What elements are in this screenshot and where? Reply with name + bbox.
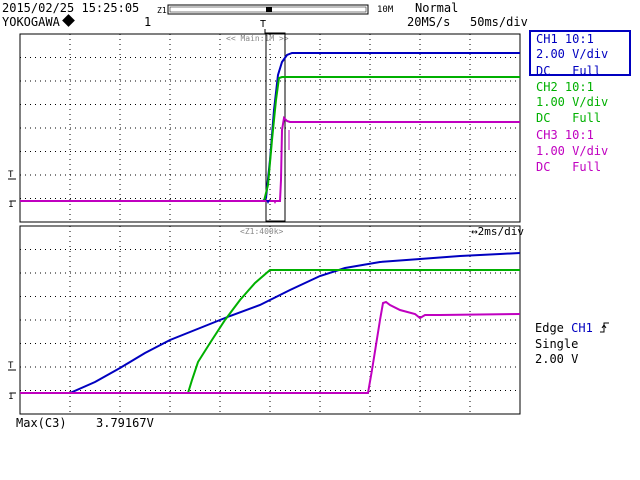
datetime: 2015/02/25 15:25:05 bbox=[2, 1, 140, 15]
ch2-coupling: DC Full bbox=[536, 111, 602, 125]
ch3-header[interactable]: CH3 10:1 bbox=[536, 128, 594, 142]
time-per-div[interactable]: 50ms/div bbox=[470, 15, 528, 29]
ch3-vdiv: 1.00 V/div bbox=[536, 144, 609, 158]
diamond-icon bbox=[61, 14, 75, 27]
ch2-vdiv: 1.00 V/div bbox=[536, 95, 609, 109]
main-ground-markers: T 1 bbox=[8, 170, 16, 210]
ch2-header[interactable]: CH2 10:1 bbox=[536, 80, 594, 94]
zoom-time-per-div: ↔2ms/div bbox=[471, 225, 524, 238]
record-number: 1 bbox=[144, 15, 152, 29]
sample-rate: 20MS/s bbox=[407, 15, 451, 29]
ch1-header[interactable]: CH1 10:1 bbox=[536, 32, 594, 46]
ch1-vdiv: 2.00 V/div bbox=[536, 47, 609, 61]
trigger-mode[interactable]: Normal bbox=[415, 1, 458, 15]
main-window-label: << Main:1M >> bbox=[226, 34, 289, 43]
brand-name: YOKOGAWA bbox=[2, 15, 60, 29]
trigger-mode-single[interactable]: Single bbox=[535, 337, 578, 351]
brand-logo: YOKOGAWA bbox=[2, 14, 75, 29]
rising-edge-icon bbox=[600, 322, 610, 333]
trigger-position-marker: T bbox=[260, 19, 266, 34]
ch3-zoom-trace bbox=[20, 300, 521, 394]
svg-text:T: T bbox=[260, 19, 266, 30]
measurement-label: Max(C3) bbox=[16, 416, 67, 430]
zoom-ground-markers: T 1 bbox=[8, 361, 16, 402]
trigger-level[interactable]: 2.00 V bbox=[535, 352, 578, 366]
ch1-coupling: DC Full bbox=[536, 64, 602, 78]
memory-length: 10M bbox=[377, 5, 394, 15]
trigger-type[interactable]: Edge CH1 bbox=[535, 321, 610, 335]
main-graticule bbox=[19, 33, 521, 223]
zoom-window-label: <Z1:400k> bbox=[240, 227, 284, 236]
record-length-bar bbox=[167, 4, 369, 15]
zoom-left-label: Z1 bbox=[157, 6, 167, 15]
measurement-value: 3.79167V bbox=[96, 416, 154, 430]
trigger-source: CH1 bbox=[571, 321, 593, 335]
zoom-graticule bbox=[19, 225, 521, 415]
ch3-coupling: DC Full bbox=[536, 160, 602, 174]
ch1-main-trace bbox=[20, 52, 520, 202]
